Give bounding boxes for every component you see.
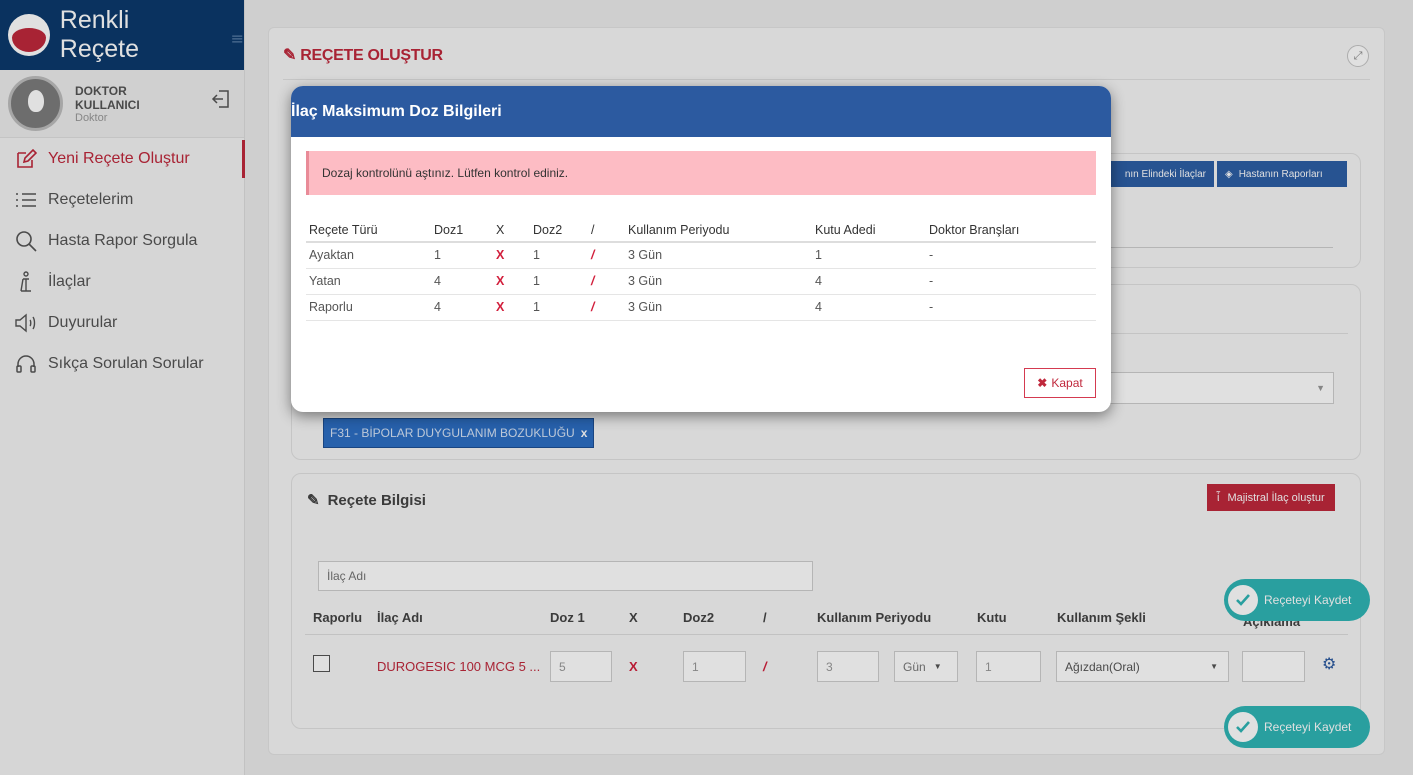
column-header: Doktor Branşları xyxy=(926,218,1096,243)
close-button[interactable]: ✖ Kapat xyxy=(1024,368,1096,398)
table-cell: / xyxy=(588,294,625,321)
app: Renkli Reçete ≡ DOKTOR KULLANICI Doktor … xyxy=(0,0,1413,775)
table-cell: 1 xyxy=(431,242,493,269)
table-cell: 3 Gün xyxy=(625,242,812,269)
table-row: Yatan 4 X 1 / 3 Gün 4 - xyxy=(306,268,1096,295)
max-dose-modal: İlaç Maksimum Doz Bilgileri Dozaj kontro… xyxy=(291,86,1111,412)
table-row: Ayaktan 1 X 1 / 3 Gün 1 - xyxy=(306,242,1096,269)
table-cell: 3 Gün xyxy=(625,294,812,321)
table-cell: Ayaktan xyxy=(306,242,431,269)
dose-alert: Dozaj kontrolünü aştınız. Lütfen kontrol… xyxy=(306,151,1096,195)
table-cell: 3 Gün xyxy=(625,268,812,295)
table-cell: Yatan xyxy=(306,268,431,295)
table-cell: Raporlu xyxy=(306,294,431,321)
table-cell: 1 xyxy=(812,242,926,269)
table-cell: 1 xyxy=(530,294,588,321)
column-header: Kullanım Periyodu xyxy=(625,218,812,243)
table-cell: X xyxy=(493,242,530,269)
table-cell: 4 xyxy=(431,268,493,295)
column-header: Doz1 xyxy=(431,218,493,243)
table-header-row: Reçete Türü Doz1 X Doz2 / Kullanım Periy… xyxy=(306,218,1096,243)
table-cell: - xyxy=(926,242,1096,269)
column-header: X xyxy=(493,218,530,243)
table-cell: 1 xyxy=(530,268,588,295)
close-icon: ✖ xyxy=(1037,376,1048,390)
table-cell: 1 xyxy=(530,242,588,269)
table-cell: - xyxy=(926,294,1096,321)
table-cell: / xyxy=(588,268,625,295)
table-cell: 4 xyxy=(812,294,926,321)
table-cell: X xyxy=(493,268,530,295)
column-header: Kutu Adedi xyxy=(812,218,926,243)
table-cell: 4 xyxy=(431,294,493,321)
table-cell: 4 xyxy=(812,268,926,295)
column-header: Reçete Türü xyxy=(306,218,431,243)
modal-title: İlaç Maksimum Doz Bilgileri xyxy=(291,102,502,120)
modal-header: İlaç Maksimum Doz Bilgileri xyxy=(291,86,1111,137)
column-header: / xyxy=(588,218,625,243)
table-cell: / xyxy=(588,242,625,269)
table-cell: - xyxy=(926,268,1096,295)
table-cell: X xyxy=(493,294,530,321)
column-header: Doz2 xyxy=(530,218,588,243)
dose-table: Reçete Türü Doz1 X Doz2 / Kullanım Periy… xyxy=(306,218,1096,321)
table-row: Raporlu 4 X 1 / 3 Gün 4 - xyxy=(306,294,1096,321)
